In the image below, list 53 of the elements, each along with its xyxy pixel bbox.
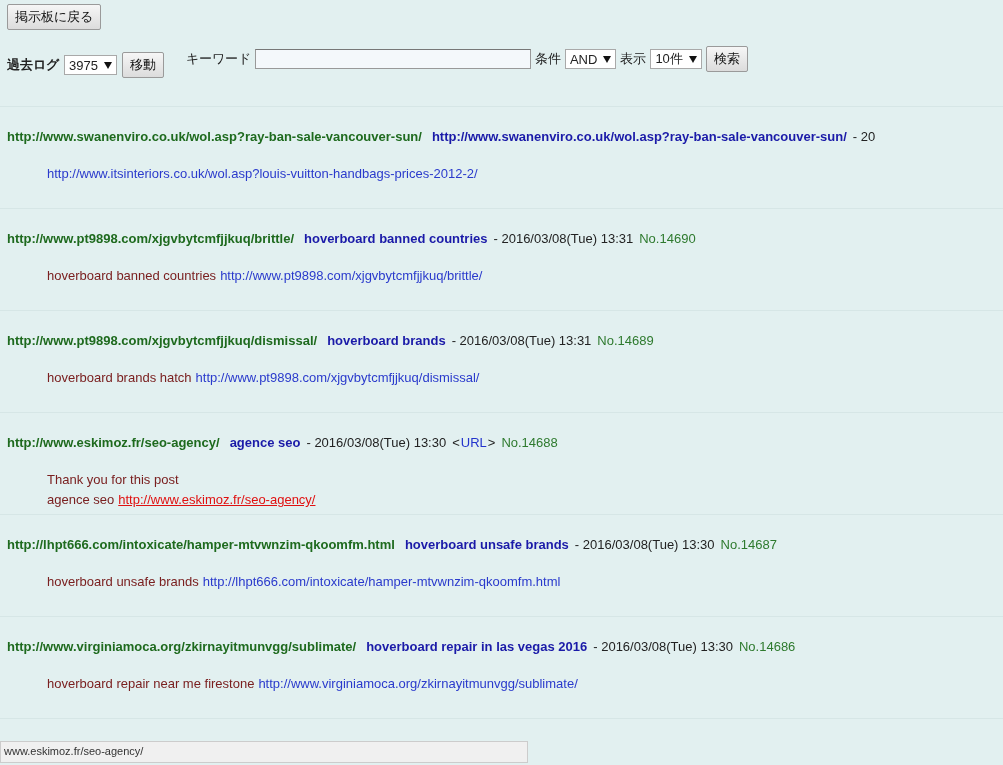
post-subject: http://lhpt666.com/intoxicate/hamper-mtvwnzim-qkoomfm.html (7, 537, 395, 552)
display-label: 表示 (620, 50, 647, 68)
message-link[interactable]: http://www.pt9898.com/xjgvbytcmfjjkuq/dismissal/ (195, 368, 480, 388)
search-button[interactable]: 検索 (705, 46, 748, 72)
post-date: - 20 (852, 129, 876, 144)
post-date: - 2016/03/08(Tue) 13:30 (593, 639, 733, 654)
bracket-text: > (487, 435, 496, 450)
message-link[interactable]: http://www.itsinteriors.co.uk/wol.asp?louis-vuitton-handbags-prices-2012-2/ (47, 164, 478, 184)
post-subject: http://www.eskimoz.fr/seo-agency/ (7, 435, 220, 450)
author-link[interactable]: hoverboard unsafe brands (404, 537, 569, 552)
move-button[interactable]: 移動 (121, 52, 164, 78)
message-link[interactable]: http://www.virginiamoca.org/zkirnayitmunvgg/sublimate/ (258, 674, 578, 694)
post-date: - 2016/03/08(Tue) 13:30 (306, 435, 447, 450)
post-number: No.14687 (720, 537, 777, 552)
message-link[interactable]: http://www.pt9898.com/xjgvbytcmfjjkuq/brittle/ (220, 266, 483, 286)
message-text: hoverboard banned countries (47, 267, 217, 285)
author-link[interactable]: agence seo (229, 435, 301, 450)
author-link[interactable]: hoverboard repair in las vegas 2016 (366, 639, 588, 654)
post-subject: http://www.virginiamoca.org/zkirnayitmunvgg/sublimate/ (7, 639, 357, 654)
message-text: agence seo (47, 491, 115, 509)
post-number: No.14690 (639, 231, 696, 246)
display-select[interactable]: 10件 (650, 49, 702, 69)
post-number: No.14688 (501, 435, 558, 450)
condition-select[interactable]: AND (564, 49, 617, 69)
author-link[interactable]: hoverboard banned countries (304, 231, 488, 246)
message-text: Thank you for this post (47, 471, 179, 489)
dropdown-icon (603, 55, 612, 63)
condition-label: 条件 (534, 50, 561, 68)
message-link[interactable]: http://lhpt666.com/intoxicate/hamper-mtvwnzim-qkoomfm.html (202, 572, 561, 592)
url-link[interactable]: URL (460, 435, 487, 450)
message-link[interactable]: http://www.eskimoz.fr/seo-agency/ (118, 490, 316, 510)
post-date: - 2016/03/08(Tue) 13:30 (574, 537, 715, 552)
dropdown-icon (103, 61, 112, 69)
message-text: hoverboard repair near me firestone (47, 675, 255, 693)
message-text: hoverboard brands hatch (47, 369, 192, 387)
log-label: 過去ログ (7, 56, 59, 74)
post-date: - 2016/03/08(Tue) 13:31 (451, 333, 592, 348)
keyword-label: キーワード (185, 50, 251, 68)
bracket-text: < (452, 435, 460, 450)
status-bar: www.eskimoz.fr/seo-agency/ (0, 741, 528, 763)
post-subject: http://www.swanenviro.co.uk/wol.asp?ray-ban-sale-vancouver-sun/ (7, 129, 422, 144)
dropdown-icon (688, 55, 697, 63)
post-date: - 2016/03/08(Tue) 13:31 (493, 231, 634, 246)
post-number: No.14689 (597, 333, 654, 348)
post-number: No.14686 (738, 639, 796, 654)
post-subject: http://www.pt9898.com/xjgvbytcmfjjkuq/dismissal/ (7, 333, 318, 348)
author-link[interactable]: hoverboard brands (327, 333, 446, 348)
author-link[interactable]: http://www.swanenviro.co.uk/wol.asp?ray-ban-sale-vancouver-sun/ (431, 129, 847, 144)
back-button[interactable]: 掲示板に戻る (7, 4, 101, 30)
keyword-field[interactable] (254, 49, 531, 69)
log-select[interactable]: 3975 (64, 55, 117, 75)
post-subject: http://www.pt9898.com/xjgvbytcmfjjkuq/brittle/ (7, 231, 294, 246)
message-text: hoverboard unsafe brands (47, 573, 199, 591)
